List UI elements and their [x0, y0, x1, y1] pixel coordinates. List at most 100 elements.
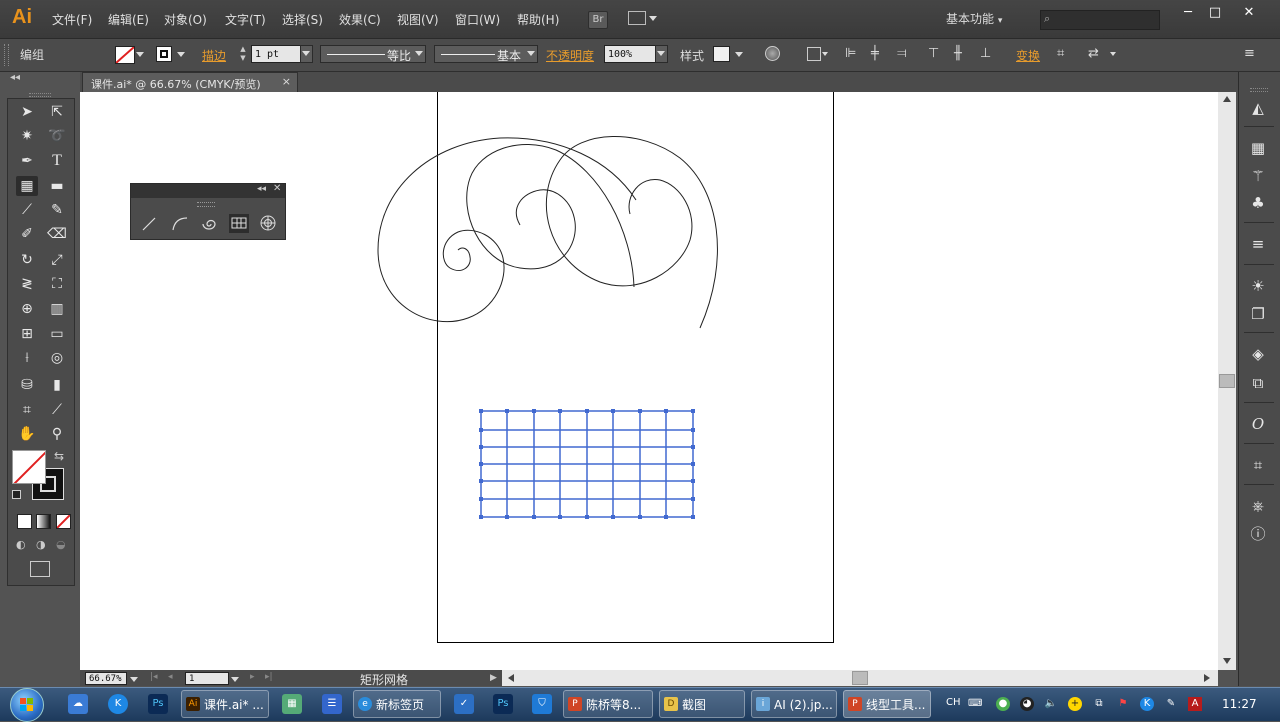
quicklaunch-calculator-icon[interactable]: ▦: [282, 694, 302, 714]
align-center-icon[interactable]: ╪: [871, 46, 879, 61]
draw-normal-icon[interactable]: ◐: [16, 538, 30, 552]
scroll-down-arrow[interactable]: [1223, 658, 1231, 664]
input-method-icon[interactable]: ✎: [1164, 697, 1178, 711]
zoom-dropdown-arrow[interactable]: [130, 677, 138, 682]
language-indicator[interactable]: CH: [946, 697, 961, 708]
quicklaunch-cloud-icon[interactable]: ☁: [68, 694, 88, 714]
close-button[interactable]: ✕: [1234, 4, 1264, 22]
variable-width-profile[interactable]: 等比: [320, 45, 426, 63]
stroke-swatch[interactable]: [156, 46, 172, 62]
stroke-dropdown-arrow[interactable]: [177, 52, 185, 57]
network-icon[interactable]: ⧉: [1092, 697, 1106, 711]
gradient-tool-icon[interactable]: ▭: [46, 324, 68, 344]
align-to-icon[interactable]: [807, 47, 821, 61]
color-guide-icon[interactable]: ◭: [1247, 98, 1269, 118]
arrange-icon[interactable]: ⇄: [1088, 46, 1099, 61]
arrange-dropdown-arrow[interactable]: [1110, 52, 1116, 56]
artboard-number-field[interactable]: 1: [185, 672, 229, 685]
pen-tool-icon[interactable]: ✒: [16, 151, 38, 171]
task-folder[interactable]: D 截图: [659, 690, 745, 718]
adobe-icon[interactable]: A: [1188, 697, 1202, 711]
previous-artboard-icon[interactable]: ◂: [168, 672, 173, 682]
panel-grip[interactable]: [197, 202, 215, 207]
gradient-mode-icon[interactable]: [36, 514, 51, 529]
quicklaunch-photoshop-icon[interactable]: Ps: [148, 694, 168, 714]
swap-fill-stroke-icon[interactable]: ⇆: [54, 449, 64, 463]
blend-tool-icon[interactable]: ◎: [46, 348, 68, 368]
swatches-icon[interactable]: ▦: [1247, 138, 1269, 158]
symbols-icon[interactable]: ♣: [1247, 193, 1269, 213]
task-powerpoint-1[interactable]: P 陈桥等8...: [563, 690, 653, 718]
update-icon[interactable]: +: [1068, 697, 1082, 711]
next-artboard-icon[interactable]: ▸: [250, 672, 255, 682]
screen-mode-icon[interactable]: [30, 561, 50, 577]
pencil-tool-icon[interactable]: ✎: [46, 200, 68, 220]
menu-edit[interactable]: 编辑(E): [108, 11, 149, 28]
zoom-field[interactable]: 66.67%: [85, 672, 127, 685]
paintbrush-tool-icon[interactable]: ⟋: [16, 200, 38, 220]
graphic-styles-icon[interactable]: ❐: [1247, 304, 1269, 324]
clock[interactable]: 11:27: [1222, 697, 1257, 711]
align-left-icon[interactable]: ⊫: [845, 46, 856, 61]
collapse-toolbox-icon[interactable]: ◂◂: [10, 72, 20, 83]
first-artboard-icon[interactable]: |◂: [150, 672, 158, 682]
rectangular-grid-tool-icon[interactable]: ▦: [16, 176, 38, 196]
scroll-right-arrow[interactable]: [1204, 674, 1210, 682]
horizontal-scrollbar[interactable]: [502, 670, 1218, 686]
eraser-tool-icon[interactable]: ⌫: [46, 224, 68, 244]
volume-icon[interactable]: 🔈: [1044, 697, 1058, 711]
draw-behind-icon[interactable]: ◑: [36, 538, 50, 552]
layers-icon[interactable]: ◈: [1247, 344, 1269, 364]
stroke-panel-icon[interactable]: ≡: [1247, 234, 1269, 254]
stroke-weight-field[interactable]: 1 pt: [251, 45, 301, 63]
maximize-button[interactable]: □: [1200, 4, 1230, 22]
selection-tool-icon[interactable]: ➤: [16, 102, 38, 122]
close-panel-icon[interactable]: ✕: [273, 183, 281, 194]
align-middle-icon[interactable]: ╫: [954, 46, 962, 61]
quicklaunch-photoshop2-icon[interactable]: Ps: [493, 694, 513, 714]
scale-tool-icon[interactable]: ⤢: [46, 250, 68, 270]
opentype-icon[interactable]: O: [1247, 414, 1269, 434]
stroke-label-link[interactable]: 描边: [202, 47, 226, 64]
zoom-tool-icon[interactable]: ⚲: [46, 424, 68, 444]
direct-selection-tool-icon[interactable]: ⇱: [46, 102, 68, 122]
quicklaunch-list-icon[interactable]: ☰: [322, 694, 342, 714]
quicklaunch-feather-icon[interactable]: ✓: [454, 694, 474, 714]
opacity-dropdown[interactable]: [655, 45, 668, 63]
fill-color-box[interactable]: [12, 450, 46, 484]
start-button[interactable]: [10, 688, 44, 722]
close-tab-icon[interactable]: ×: [282, 75, 291, 88]
menu-object[interactable]: 对象(O): [164, 11, 207, 28]
qq-icon[interactable]: ◕: [1020, 697, 1034, 711]
quicklaunch-shield-icon[interactable]: ⛉: [532, 694, 552, 714]
symbol-sprayer-tool-icon[interactable]: ⛁: [16, 375, 38, 395]
draw-inside-icon[interactable]: ◒: [56, 538, 70, 552]
lasso-tool-icon[interactable]: ➰: [46, 126, 68, 146]
eyedropper-tool-icon[interactable]: ⟊: [16, 348, 38, 368]
security-icon[interactable]: ⚑: [1116, 697, 1130, 711]
task-browser[interactable]: e 新标签页: [353, 690, 441, 718]
brushes-icon[interactable]: ⚚: [1247, 166, 1269, 186]
task-powerpoint-2[interactable]: P 线型工具...: [843, 690, 931, 718]
artboards-icon[interactable]: ⧉: [1247, 373, 1269, 393]
toolbox-grip[interactable]: [29, 93, 51, 97]
vertical-scroll-thumb[interactable]: [1219, 374, 1235, 388]
mesh-tool-icon[interactable]: ⊞: [16, 324, 38, 344]
canvas[interactable]: [80, 92, 1218, 670]
transform-panel-icon[interactable]: ⌗: [1247, 455, 1269, 475]
arrange-documents-icon[interactable]: [628, 11, 646, 25]
stroke-weight-stepper[interactable]: ▲ ▼: [238, 45, 248, 63]
menu-file[interactable]: 文件(F): [52, 11, 92, 28]
artboard-dropdown-arrow[interactable]: [231, 677, 239, 682]
minimize-button[interactable]: ─: [1173, 4, 1203, 22]
collapse-panel-icon[interactable]: ◂◂: [257, 184, 266, 194]
panel-title-bar[interactable]: ◂◂ ✕: [131, 183, 285, 198]
menu-window[interactable]: 窗口(W): [455, 11, 500, 28]
workspace-switcher[interactable]: 基本功能 ▾: [946, 10, 1002, 27]
width-tool-icon[interactable]: ≷: [16, 274, 38, 294]
recolor-artwork-icon[interactable]: [765, 46, 780, 61]
kugou-icon[interactable]: K: [1140, 697, 1154, 711]
vertical-scrollbar[interactable]: [1218, 92, 1236, 670]
opacity-field[interactable]: 100%: [604, 45, 656, 63]
rectangle-tool-icon[interactable]: ▬: [46, 176, 68, 196]
